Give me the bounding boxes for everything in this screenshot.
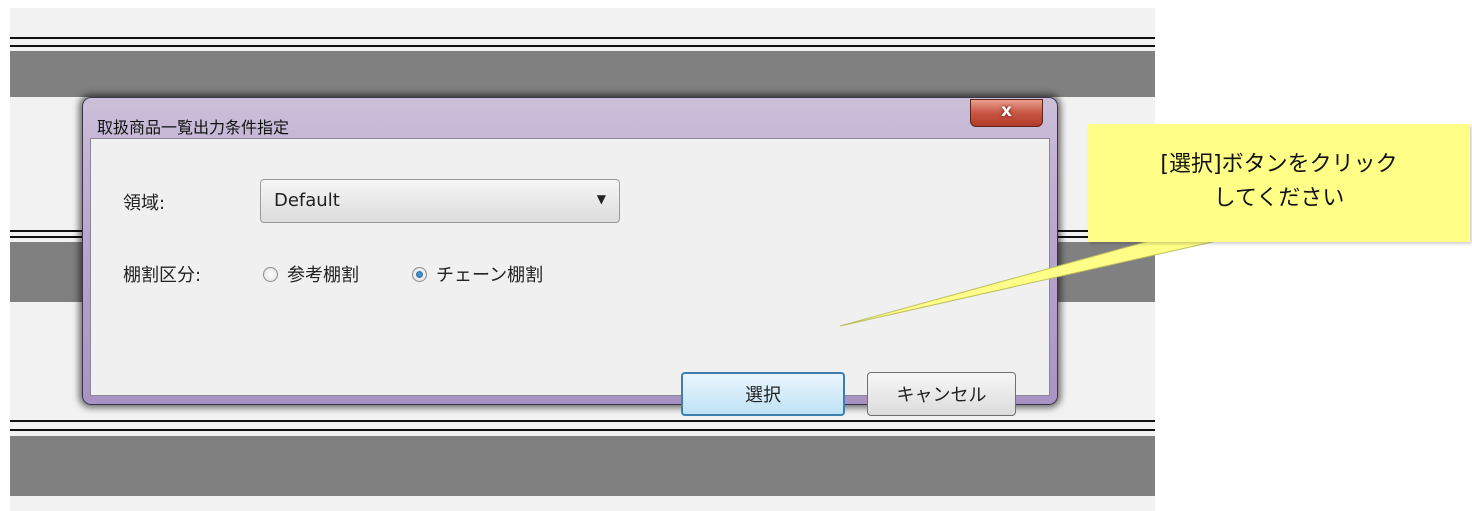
- callout-pointer: [839, 237, 1231, 327]
- callout-text: [選択]ボタンをクリック してください: [1088, 148, 1470, 216]
- callout-line-1: [選択]ボタンをクリック: [1160, 152, 1398, 177]
- instruction-callout: [選択]ボタンをクリック してください: [1088, 124, 1470, 242]
- callout-line-2: してください: [1213, 186, 1345, 211]
